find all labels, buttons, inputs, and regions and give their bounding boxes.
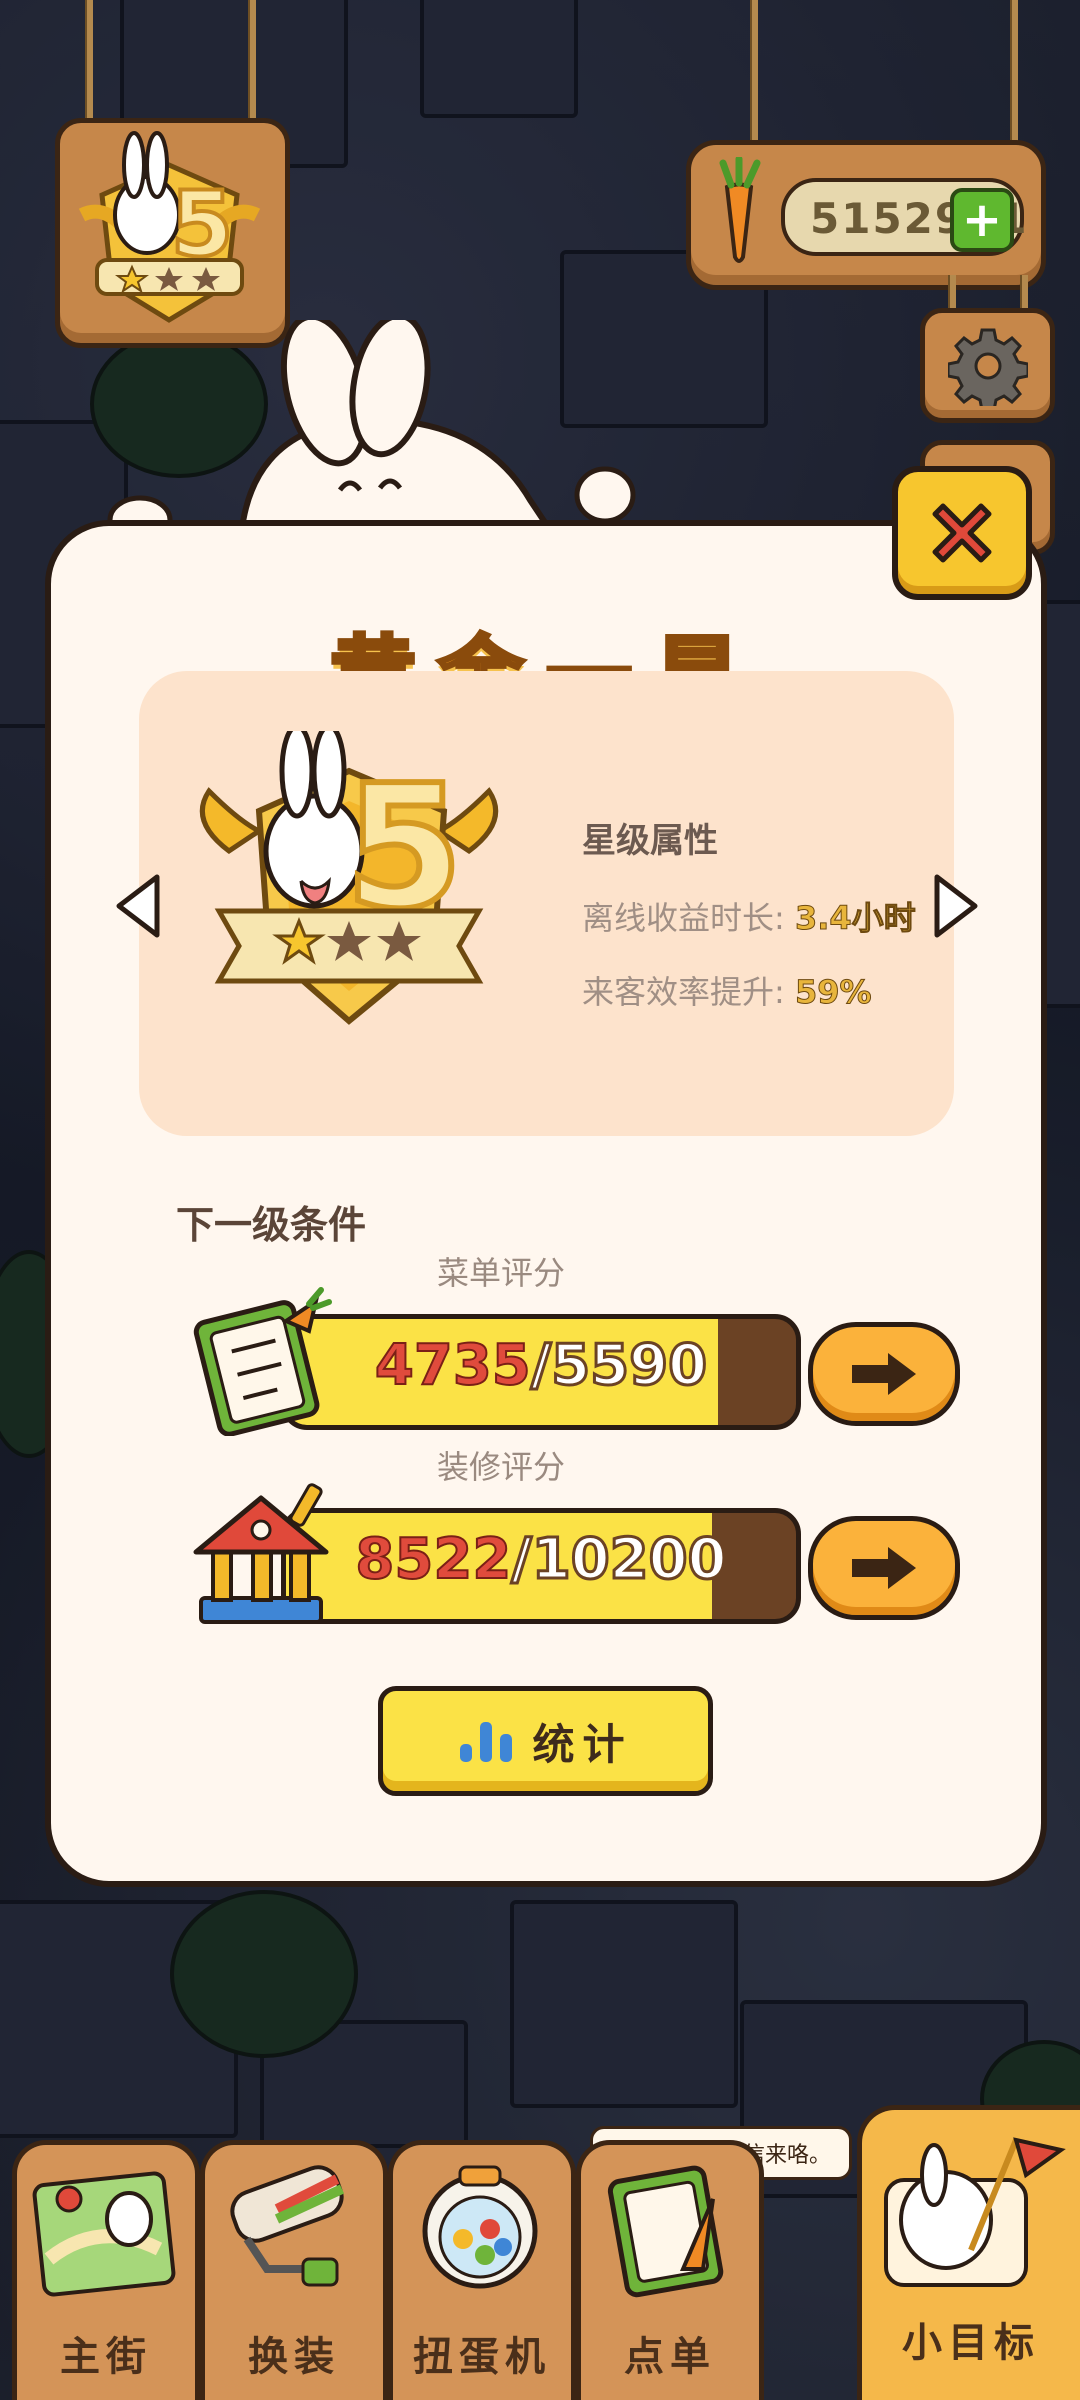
nav-order-label: 点单 [624, 2334, 716, 2380]
offline-income-label: 离线收益时长: [582, 899, 785, 937]
statistics-button[interactable]: 统计 [378, 1686, 713, 1796]
decor-score-go-button[interactable] [808, 1516, 960, 1620]
menu-score-label: 菜单评分 [436, 1254, 565, 1292]
decor-score-current: 8522 [354, 1526, 512, 1593]
nav-small-goal[interactable]: 小目标 [857, 2105, 1080, 2400]
close-icon [932, 503, 992, 563]
offline-income-row: 离线收益时长: 3.4小时 [582, 893, 916, 939]
next-level-heading: 下一级条件 [176, 1203, 367, 1247]
bunny-flag-icon [884, 2137, 1066, 2287]
bar-chart-icon [460, 1722, 513, 1762]
level-badge-button[interactable]: 5 [55, 118, 290, 348]
nav-gacha-label: 扭蛋机 [413, 2334, 551, 2380]
currency-field: 5152991 + [781, 178, 1027, 256]
previous-rank-arrow-icon[interactable] [109, 871, 169, 941]
paint-roller-icon [230, 2165, 345, 2287]
nav-gacha[interactable]: 扭蛋机 [388, 2140, 576, 2400]
menu-score-text: 4735/5590 [374, 1332, 709, 1400]
nav-outfit[interactable]: 换装 [200, 2140, 388, 2400]
guest-efficiency-row: 来客效率提升: 59% [582, 967, 872, 1013]
menu-score-current: 4735 [374, 1332, 532, 1399]
statistics-label: 统计 [532, 1719, 633, 1769]
gold-rank-emblem-icon: 5 [78, 131, 261, 323]
menu-score-go-button[interactable] [808, 1322, 960, 1426]
decor-score-bar: 8522/10200 [281, 1508, 801, 1624]
arrow-right-icon [852, 1353, 916, 1395]
house-decor-icon [193, 1483, 329, 1624]
nav-outfit-label: 换装 [248, 2334, 340, 2380]
gacha-machine-icon [422, 2165, 538, 2289]
settings-button[interactable] [920, 308, 1055, 423]
attributes-heading: 星级属性 [582, 821, 718, 861]
gold-one-star-emblem-icon: 5 [199, 731, 499, 1025]
menu-score-bar: 4735/5590 [281, 1314, 801, 1430]
close-button[interactable] [892, 466, 1032, 600]
rank-detail-modal: 黄金一星 5 星级属性 离线收益时长: 3.4小时 来客效率提升: 59% [45, 520, 1047, 1887]
order-clipboard-icon [607, 2165, 724, 2298]
menu-score-target: 5590 [550, 1332, 709, 1400]
arrow-right-icon [852, 1547, 916, 1589]
carrot-currency-icon [719, 157, 761, 263]
add-currency-button[interactable]: + [950, 188, 1014, 252]
guest-efficiency-value: 59% [794, 973, 872, 1012]
offline-income-value: 3.4小时 [794, 899, 916, 938]
nav-order[interactable]: 点单 [576, 2140, 764, 2400]
decor-score-target: 10200 [530, 1526, 728, 1594]
gear-icon [947, 328, 1028, 406]
decor-score-label: 装修评分 [436, 1448, 565, 1486]
currency-panel: 5152991 + [686, 140, 1046, 290]
nav-main-street-label: 主街 [60, 2334, 152, 2380]
nav-main-street[interactable]: 主街 [12, 2140, 200, 2400]
decor-score-text: 8522/10200 [354, 1526, 728, 1594]
nav-small-goal-label: 小目标 [902, 2320, 1040, 2366]
guest-efficiency-label: 来客效率提升: [582, 973, 785, 1011]
rank-info-card: 5 星级属性 离线收益时长: 3.4小时 来客效率提升: 59% [139, 671, 954, 1136]
menu-clipboard-icon [193, 1287, 332, 1436]
bottom-navigation: 主街 换装 扭蛋机 点单 小目标 [0, 2100, 1080, 2400]
map-icon [32, 2171, 176, 2297]
next-rank-arrow-icon[interactable] [925, 871, 985, 941]
